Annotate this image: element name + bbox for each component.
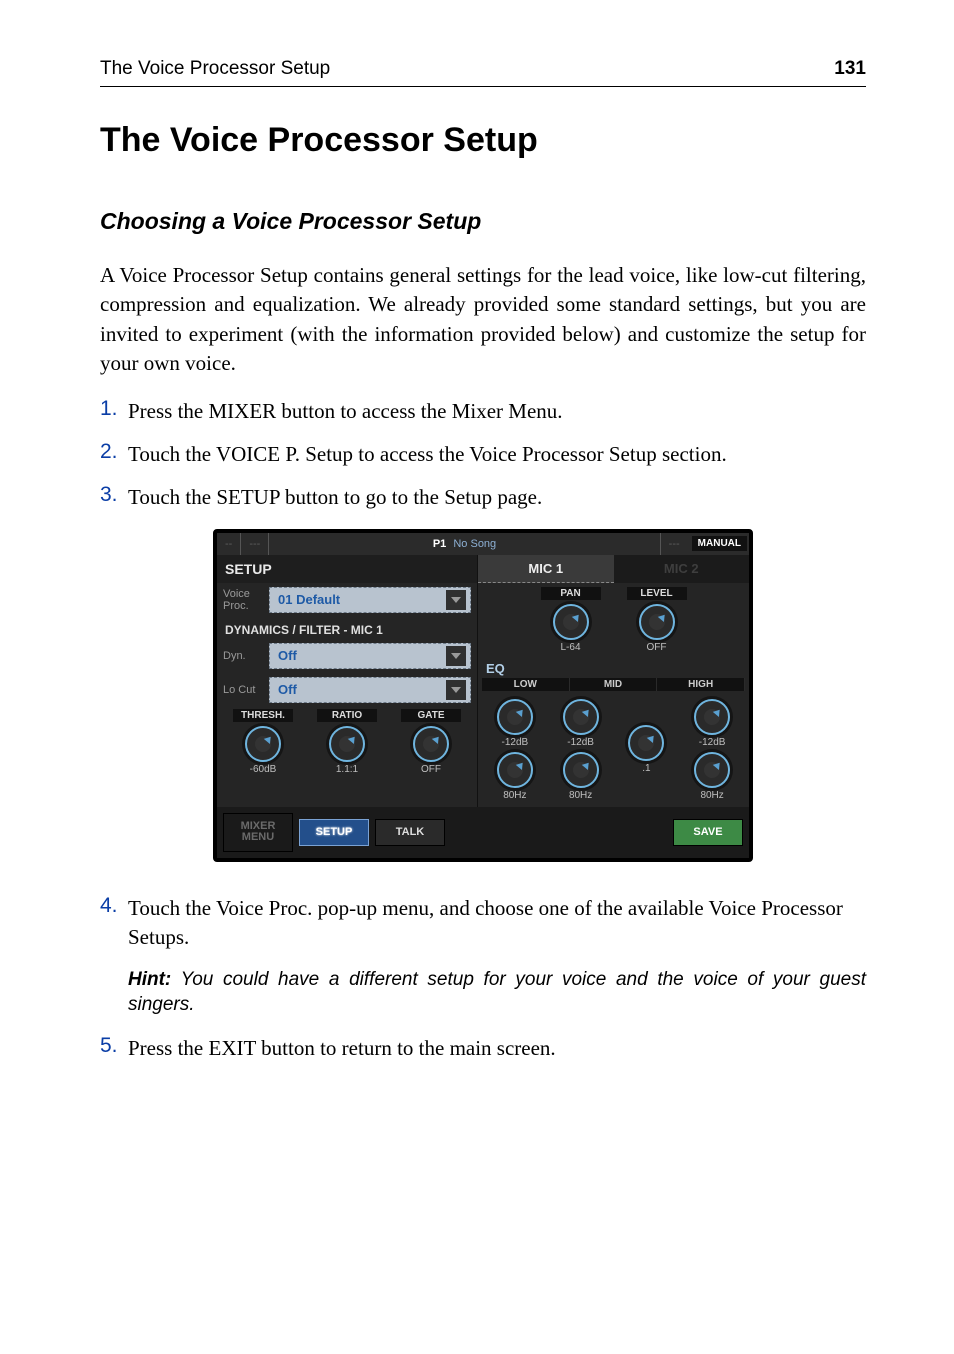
- eq-low-freq-knob[interactable]: [497, 752, 533, 788]
- step-number: 3.: [100, 483, 128, 507]
- eq-high-freq-knob[interactable]: [694, 752, 730, 788]
- chevron-down-icon: [446, 680, 466, 700]
- intro-paragraph: A Voice Processor Setup contains general…: [100, 261, 866, 379]
- thresh-label: THRESH.: [233, 709, 293, 722]
- eq-mid-freq: 80Hz: [552, 790, 610, 801]
- eq-low-freq: 80Hz: [486, 790, 544, 801]
- locut-label: Lo Cut: [223, 684, 263, 696]
- hint-text: You could have a different setup for you…: [128, 969, 866, 1016]
- step-number: 2.: [100, 440, 128, 464]
- song-title: P1 No Song: [269, 538, 659, 550]
- voice-proc-dropdown[interactable]: 01 Default: [269, 587, 471, 613]
- eq-mid-freq-knob[interactable]: [563, 752, 599, 788]
- song-prefix: P1: [433, 538, 446, 550]
- gate-knob[interactable]: [413, 726, 449, 762]
- page-title: The Voice Processor Setup: [100, 121, 866, 160]
- titlebar-slot: ---: [660, 533, 688, 555]
- running-header: The Voice Processor Setup 131: [100, 58, 866, 87]
- eq-mid-q-knob[interactable]: [628, 725, 664, 761]
- step-text: Touch the SETUP button to go to the Setu…: [128, 483, 866, 512]
- setup-heading: SETUP: [217, 555, 477, 583]
- section-heading: Choosing a Voice Processor Setup: [100, 208, 866, 235]
- device-screenshot: -- --- P1 No Song --- MANUAL SETUP Voice…: [213, 529, 753, 862]
- titlebar-slot: ---: [241, 533, 269, 555]
- step-text: Touch the VOICE P. Setup to access the V…: [128, 440, 866, 469]
- step-number: 4.: [100, 894, 128, 918]
- device-titlebar: -- --- P1 No Song --- MANUAL: [217, 533, 749, 555]
- talk-button[interactable]: TALK: [375, 819, 445, 847]
- voice-proc-label: Voice Proc.: [223, 588, 263, 612]
- eq-low-gain-knob[interactable]: [497, 699, 533, 735]
- chevron-down-icon: [446, 646, 466, 666]
- page-number: 131: [834, 58, 866, 80]
- manual-badge[interactable]: MANUAL: [692, 536, 747, 551]
- eq-high-gain: -12dB: [683, 737, 741, 748]
- dynamics-section-label: DYNAMICS / FILTER - MIC 1: [217, 617, 477, 639]
- eq-tab-mid: MID: [570, 678, 658, 691]
- song-text: No Song: [453, 538, 496, 550]
- header-left: The Voice Processor Setup: [100, 58, 330, 80]
- setup-button[interactable]: SETUP: [299, 819, 369, 847]
- tab-mic2[interactable]: MIC 2: [614, 555, 750, 583]
- mixer-menu-button[interactable]: MIXER MENU: [223, 813, 293, 852]
- eq-low-gain: -12dB: [486, 737, 544, 748]
- thresh-knob[interactable]: [245, 726, 281, 762]
- save-button[interactable]: SAVE: [673, 819, 743, 847]
- ratio-label: RATIO: [317, 709, 377, 722]
- eq-high-freq: 80Hz: [683, 790, 741, 801]
- gate-label: GATE: [401, 709, 461, 722]
- eq-mid-q: .1: [617, 763, 675, 774]
- eq-tab-low: LOW: [482, 678, 570, 691]
- locut-dropdown[interactable]: Off: [269, 677, 471, 703]
- step-text: Press the MIXER button to access the Mix…: [128, 397, 866, 426]
- eq-mid-gain: -12dB: [552, 737, 610, 748]
- level-value: OFF: [627, 642, 687, 653]
- locut-value: Off: [278, 682, 297, 697]
- pan-knob[interactable]: [553, 604, 589, 640]
- eq-mid-gain-knob[interactable]: [563, 699, 599, 735]
- eq-tab-high: HIGH: [657, 678, 745, 691]
- chevron-down-icon: [446, 590, 466, 610]
- pan-value: L-64: [541, 642, 601, 653]
- step-text: Press the EXIT button to return to the m…: [128, 1034, 866, 1063]
- dyn-value: Off: [278, 648, 297, 663]
- step-number: 1.: [100, 397, 128, 421]
- voice-proc-value: 01 Default: [278, 592, 340, 607]
- eq-high-gain-knob[interactable]: [694, 699, 730, 735]
- pan-label: PAN: [541, 587, 601, 600]
- device-bottom-bar: MIXER MENU SETUP TALK SAVE: [217, 807, 749, 858]
- dyn-dropdown[interactable]: Off: [269, 643, 471, 669]
- step-number: 5.: [100, 1034, 128, 1058]
- gate-value: OFF: [401, 764, 461, 775]
- thresh-value: -60dB: [233, 764, 293, 775]
- eq-label: EQ: [478, 657, 749, 676]
- ratio-value: 1.1:1: [317, 764, 377, 775]
- level-knob[interactable]: [639, 604, 675, 640]
- hint-label: Hint:: [128, 969, 171, 990]
- titlebar-slot: --: [217, 533, 241, 555]
- tab-mic1[interactable]: MIC 1: [478, 555, 614, 583]
- step-text: Touch the Voice Proc. pop-up menu, and c…: [128, 894, 866, 953]
- dyn-label: Dyn.: [223, 650, 263, 662]
- ratio-knob[interactable]: [329, 726, 365, 762]
- hint-paragraph: Hint: You could have a different setup f…: [128, 967, 866, 1018]
- level-label: LEVEL: [627, 587, 687, 600]
